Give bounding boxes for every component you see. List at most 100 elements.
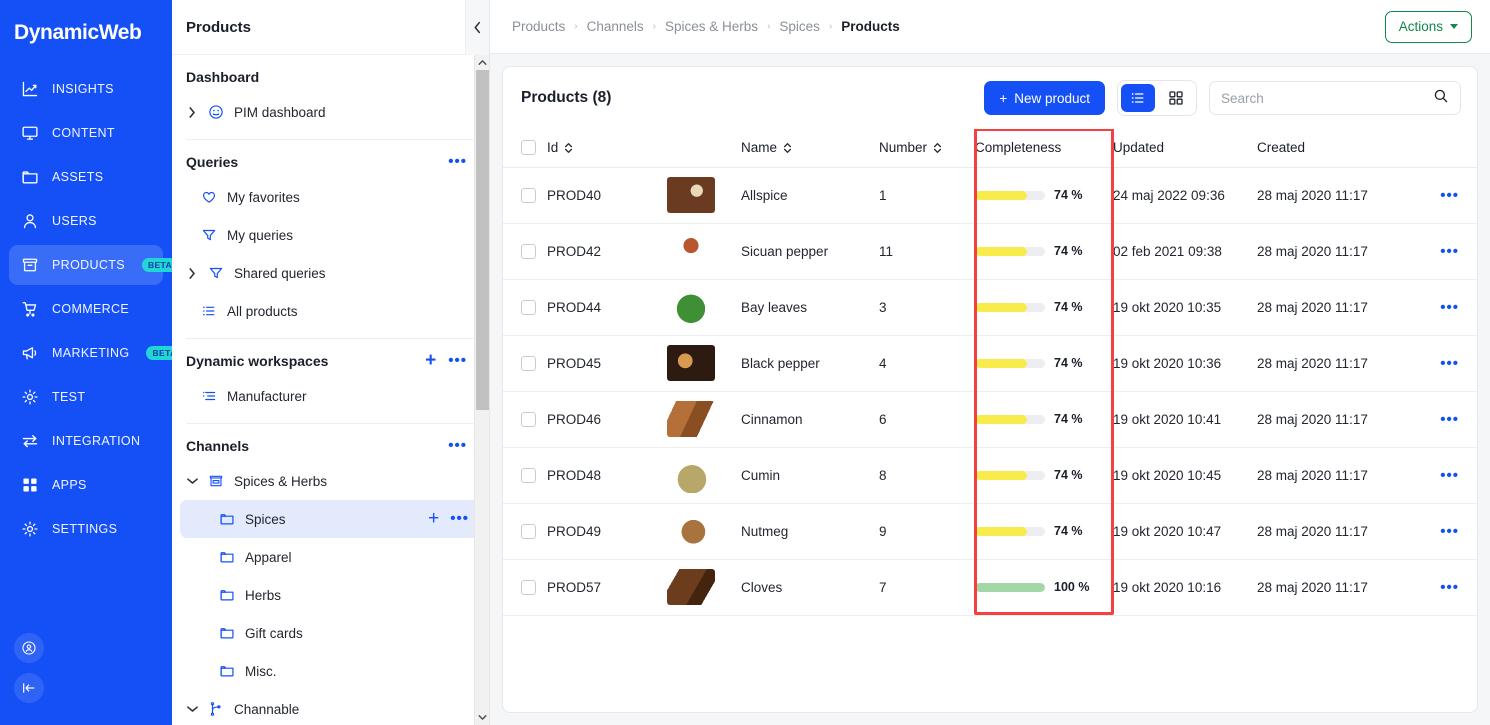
chevron-left-icon[interactable] [465, 0, 489, 55]
list-view-icon[interactable] [1121, 84, 1155, 112]
cell-row-menu: ••• [1417, 335, 1477, 392]
scrollbar-thumb[interactable] [476, 70, 489, 410]
column-header-checkbox [503, 129, 547, 168]
table-row[interactable]: PROD45 Black pepper 4 74 % 19 okt 2020 10:… [503, 335, 1477, 392]
collapse-rail-icon[interactable] [14, 673, 44, 703]
nav-item-all-products[interactable]: All products [180, 292, 481, 330]
row-checkbox[interactable] [521, 411, 536, 427]
breadcrumb-item-spices[interactable]: Spices [779, 19, 820, 34]
nav-item-misc[interactable]: Misc. [180, 652, 481, 690]
row-checkbox[interactable] [521, 467, 536, 483]
cell-name[interactable]: Sicuan pepper [741, 223, 879, 280]
sidebar-item-integration[interactable]: INTEGRATION [9, 421, 163, 461]
cell-name[interactable]: Cinnamon [741, 391, 879, 448]
nav-item-shared-queries[interactable]: Shared queries [180, 254, 481, 292]
row-menu-icon[interactable]: ••• [1440, 467, 1459, 484]
row-checkbox[interactable] [521, 243, 536, 259]
column-header-number[interactable]: Number [879, 129, 975, 168]
cell-name[interactable]: Cumin [741, 447, 879, 504]
scroll-up-icon[interactable] [475, 55, 489, 70]
cell-name[interactable]: Black pepper [741, 335, 879, 392]
chevron-right-icon[interactable] [186, 106, 198, 118]
row-checkbox[interactable] [521, 579, 536, 595]
actions-button[interactable]: Actions [1384, 10, 1472, 43]
nav-item-spices-herbs[interactable]: Spices & Herbs [180, 462, 481, 500]
new-product-button[interactable]: + New product [984, 81, 1105, 115]
sidebar-item-settings[interactable]: SETTINGS [9, 509, 163, 549]
nav-item-my-favorites[interactable]: My favorites [180, 178, 481, 216]
row-menu-icon[interactable]: ••• [450, 511, 469, 526]
row-menu-icon[interactable]: ••• [1440, 243, 1459, 260]
cell-name[interactable]: Nutmeg [741, 503, 879, 560]
column-header-label: Number [879, 140, 928, 156]
row-menu-icon[interactable]: ••• [1440, 187, 1459, 204]
section-menu-icon[interactable]: ••• [448, 438, 467, 453]
nav-item-gift-cards[interactable]: Gift cards [180, 614, 481, 652]
chevron-down-icon[interactable] [186, 705, 198, 713]
cell-updated: 19 okt 2020 10:45 [1113, 447, 1257, 504]
sort-icon[interactable] [783, 142, 792, 154]
column-header-id[interactable]: Id [547, 129, 667, 168]
row-menu-icon[interactable]: ••• [1440, 355, 1459, 372]
search-input[interactable] [1221, 90, 1427, 106]
products-table-wrap: Id Name Number Completeness Updated Create… [503, 129, 1477, 712]
sidebar-item-apps[interactable]: APPS [9, 465, 163, 505]
table-row[interactable]: PROD42 Sicuan pepper 11 74 % 02 feb 2021 0… [503, 223, 1477, 280]
nav-item-spices[interactable]: Spices + ••• [180, 500, 481, 538]
nav-item-apparel[interactable]: Apparel [180, 538, 481, 576]
table-row[interactable]: PROD57 Cloves 7 100 % 19 okt 2020 10:16 28 … [503, 559, 1477, 616]
sidebar-item-test[interactable]: TEST [9, 377, 163, 417]
sidebar-item-users[interactable]: USERS [9, 201, 163, 241]
nav-item-herbs[interactable]: Herbs [180, 576, 481, 614]
table-row[interactable]: PROD46 Cinnamon 6 74 % 19 okt 2020 10:41 28… [503, 391, 1477, 448]
account-icon[interactable] [14, 633, 44, 663]
grid-view-icon[interactable] [1159, 84, 1193, 112]
chevron-down-icon[interactable] [186, 477, 198, 485]
breadcrumb-item-spices-herbs[interactable]: Spices & Herbs [665, 19, 758, 34]
sidebar-item-label: CONTENT [52, 126, 115, 140]
row-checkbox[interactable] [521, 299, 536, 315]
add-icon[interactable]: + [425, 351, 436, 370]
sidebar-item-content[interactable]: CONTENT [9, 113, 163, 153]
table-row[interactable]: PROD44 Bay leaves 3 74 % 19 okt 2020 10:35… [503, 279, 1477, 336]
row-checkbox[interactable] [521, 523, 536, 539]
breadcrumb-item-channels[interactable]: Channels [587, 19, 644, 34]
nav-item-pim-dashboard[interactable]: PIM dashboard [180, 93, 481, 131]
cell-name[interactable]: Bay leaves [741, 279, 879, 336]
table-row[interactable]: PROD48 Cumin 8 74 % 19 okt 2020 10:45 28 ma… [503, 447, 1477, 504]
row-checkbox[interactable] [521, 187, 536, 203]
cell-row-menu: ••• [1417, 279, 1477, 336]
sidebar-item-assets[interactable]: ASSETS [9, 157, 163, 197]
table-row[interactable]: PROD40 Allspice 1 74 % 24 maj 2022 09:36 28… [503, 167, 1477, 224]
section-menu-icon[interactable]: ••• [448, 154, 467, 169]
select-all-checkbox[interactable] [521, 140, 536, 156]
row-menu-icon[interactable]: ••• [1440, 523, 1459, 540]
chevron-right-icon[interactable] [186, 267, 198, 279]
nav-item-manufacturer[interactable]: Manufacturer [180, 377, 481, 415]
row-menu-icon[interactable]: ••• [1440, 579, 1459, 596]
secondary-sidebar-scrollbar[interactable] [474, 55, 489, 725]
breadcrumb-item-products[interactable]: Products [512, 19, 565, 34]
nav-item-channable[interactable]: Channable [180, 690, 481, 725]
sort-icon[interactable] [564, 142, 573, 154]
sidebar-item-label: INSIGHTS [52, 82, 114, 96]
sidebar-item-products[interactable]: PRODUCTS BETA [9, 245, 179, 285]
row-menu-icon[interactable]: ••• [1440, 411, 1459, 428]
search-icon[interactable] [1433, 88, 1449, 109]
row-checkbox[interactable] [521, 355, 536, 371]
add-icon[interactable]: + [428, 509, 439, 528]
cell-completeness: 100 % [975, 559, 1113, 616]
scroll-down-icon[interactable] [475, 710, 489, 725]
sidebar-item-commerce[interactable]: COMMERCE [9, 289, 163, 329]
sort-icon[interactable] [933, 142, 942, 154]
section-menu-icon[interactable]: ••• [448, 353, 467, 368]
sidebar-item-marketing[interactable]: MARKETING BETA [9, 333, 183, 373]
search-box[interactable] [1209, 81, 1461, 115]
nav-item-my-queries[interactable]: My queries [180, 216, 481, 254]
cell-name[interactable]: Cloves [741, 559, 879, 616]
column-header-name[interactable]: Name [741, 129, 879, 168]
sidebar-item-insights[interactable]: INSIGHTS [9, 69, 163, 109]
table-row[interactable]: PROD49 Nutmeg 9 74 % 19 okt 2020 10:47 28 m… [503, 503, 1477, 560]
cell-name[interactable]: Allspice [741, 167, 879, 224]
row-menu-icon[interactable]: ••• [1440, 299, 1459, 316]
